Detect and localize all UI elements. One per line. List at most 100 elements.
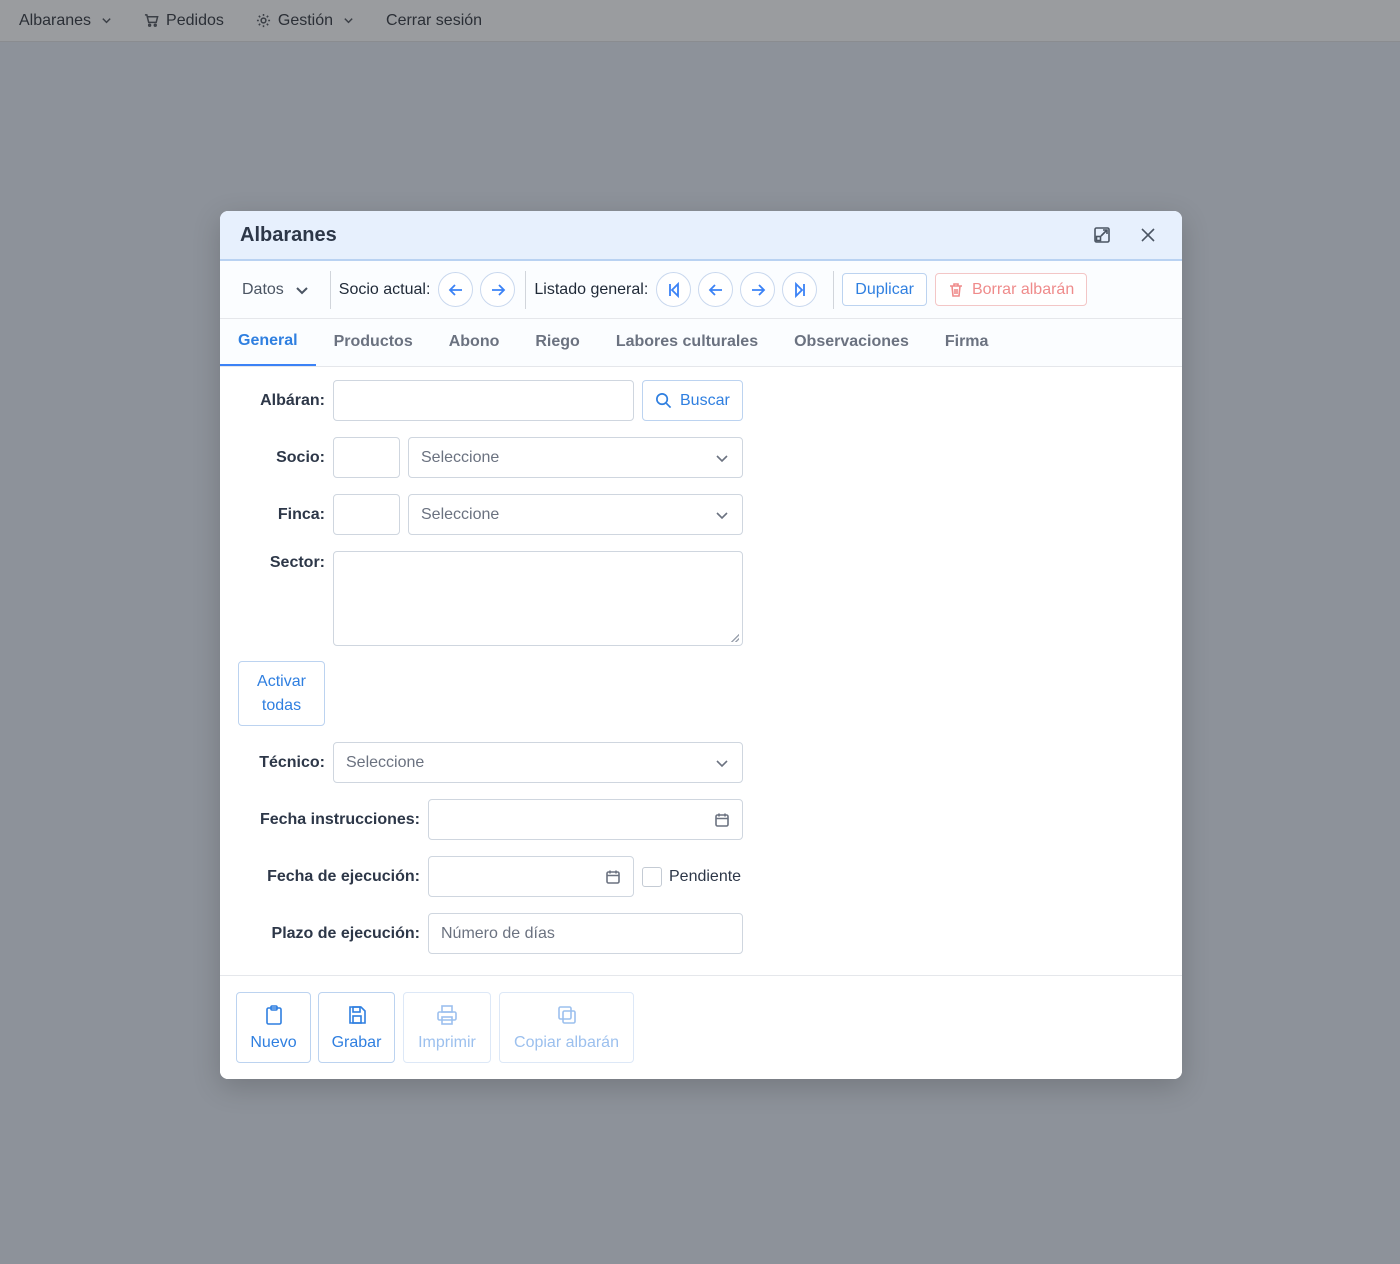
socio-label: Socio:: [276, 449, 325, 466]
activar-line1: Activar: [257, 673, 306, 690]
dialog-footer: Nuevo Grabar Imprimir Copiar albarán: [220, 975, 1182, 1079]
toolbar-divider: [329, 270, 331, 309]
finca-code-input[interactable]: [333, 494, 400, 535]
cart-icon: [144, 14, 159, 27]
maximize-icon: [1094, 227, 1110, 243]
albaran-label: Albáran:: [260, 392, 325, 409]
tab-abono[interactable]: Abono: [431, 318, 518, 366]
buscar-button[interactable]: Buscar: [642, 380, 743, 421]
tab-general[interactable]: General: [220, 318, 316, 366]
calendar-icon: [606, 870, 620, 884]
tecnico-label: Técnico:: [259, 754, 325, 771]
trash-icon: [949, 282, 962, 297]
chevron-down-icon: [102, 18, 111, 24]
pendiente-label: Pendiente: [669, 868, 742, 885]
dialog-header: Albaranes: [220, 211, 1182, 261]
tab-riego[interactable]: Riego: [517, 318, 597, 366]
plazo-ejecucion-input[interactable]: Número de días: [428, 913, 743, 954]
tecnico-select-value: Seleccione: [346, 753, 425, 771]
arrow-left-icon: [708, 283, 722, 296]
grabar-button[interactable]: Grabar: [318, 992, 395, 1063]
fecha-ejecucion-label: Fecha de ejecución:: [267, 868, 420, 885]
socio-actual-label: Socio actual:: [338, 280, 431, 298]
imprimir-label: Imprimir: [418, 1033, 476, 1051]
close-button[interactable]: [1134, 221, 1162, 249]
nuevo-button[interactable]: Nuevo: [236, 992, 311, 1063]
clipboard-icon: [265, 1004, 282, 1025]
fecha-ejecucion-input[interactable]: [428, 856, 634, 897]
tab-productos[interactable]: Productos: [316, 318, 431, 366]
tecnico-select[interactable]: Seleccione: [333, 742, 743, 783]
toolbar-divider: [833, 270, 835, 309]
copy-icon: [557, 1005, 576, 1024]
finca-select-value: Seleccione: [421, 505, 500, 523]
chevron-down-icon: [716, 759, 728, 767]
borrar-albaran-button[interactable]: Borrar albarán: [934, 273, 1088, 306]
nav-gestion-label: Gestión: [277, 11, 334, 29]
resize-handle[interactable]: [731, 634, 739, 642]
printer-icon: [437, 1004, 457, 1025]
chevron-down-icon: [296, 286, 308, 294]
dialog-title: Albaranes: [240, 223, 337, 246]
arrow-left-icon: [448, 283, 462, 296]
nav-albaranes[interactable]: Albaranes: [19, 12, 112, 30]
nav-albaranes-label: Albaranes: [19, 11, 92, 29]
socio-select[interactable]: Seleccione: [408, 437, 743, 478]
grabar-label: Grabar: [331, 1033, 382, 1051]
copiar-albaran-button[interactable]: Copiar albarán: [499, 992, 634, 1063]
fecha-instrucciones-label: Fecha instrucciones:: [259, 811, 420, 828]
nav-cerrar-sesion-label: Cerrar sesión: [386, 11, 483, 29]
chevron-down-icon: [716, 454, 728, 462]
tab-labores-culturales[interactable]: Labores culturales: [598, 318, 776, 366]
borrar-albaran-label: Borrar albarán: [971, 280, 1075, 298]
search-icon: [656, 393, 672, 409]
record-toolbar: Datos Socio actual: Listado general: Dup…: [220, 261, 1182, 319]
gear-icon: [256, 13, 270, 28]
maximize-button[interactable]: [1088, 221, 1116, 249]
activar-line2: todas: [261, 697, 302, 714]
socio-next-button[interactable]: [480, 272, 516, 307]
buscar-label: Buscar: [680, 391, 730, 409]
socio-select-value: Seleccione: [421, 448, 500, 466]
arrow-right-icon: [751, 283, 766, 296]
tab-observaciones[interactable]: Observaciones: [776, 318, 927, 366]
socio-code-input[interactable]: [333, 437, 400, 478]
nav-pedidos[interactable]: Pedidos: [144, 12, 224, 30]
listado-general-label: Listado general:: [534, 280, 649, 298]
nav-gestion[interactable]: Gestión: [256, 12, 354, 30]
listado-last-button[interactable]: [782, 272, 818, 307]
arrow-right-icon: [491, 283, 506, 296]
sector-label: Sector:: [269, 554, 325, 571]
finca-select[interactable]: Seleccione: [408, 494, 743, 535]
albaranes-dialog: Albaranes Datos Socio actual: Listado ge…: [220, 211, 1182, 1079]
activar-todas-button[interactable]: Activar todas: [238, 661, 325, 726]
tab-firma[interactable]: Firma: [927, 318, 1007, 366]
pendiente-checkbox[interactable]: [642, 867, 662, 887]
plazo-ejecucion-label: Plazo de ejecución:: [271, 925, 420, 942]
imprimir-button[interactable]: Imprimir: [403, 992, 491, 1063]
listado-prev-button[interactable]: [698, 272, 734, 307]
copiar-albaran-label: Copiar albarán: [514, 1033, 619, 1051]
duplicar-button[interactable]: Duplicar: [842, 273, 927, 306]
nav-pedidos-label: Pedidos: [166, 11, 224, 29]
listado-first-button[interactable]: [656, 272, 692, 307]
sector-textarea[interactable]: [333, 551, 743, 646]
toolbar-divider: [525, 270, 527, 309]
last-page-icon: [794, 281, 805, 298]
save-icon: [348, 1005, 366, 1024]
top-navbar: Albaranes Pedidos Gestión Cerrar sesión: [0, 0, 1400, 42]
finca-label: Finca:: [277, 506, 325, 523]
listado-next-button[interactable]: [740, 272, 776, 307]
nav-cerrar-sesion[interactable]: Cerrar sesión: [386, 12, 482, 30]
close-icon: [1141, 228, 1155, 242]
albaran-input[interactable]: [333, 380, 634, 421]
first-page-icon: [668, 281, 679, 298]
datos-label: Datos: [242, 280, 284, 298]
tab-bar: General Productos Abono Riego Labores cu…: [220, 319, 1182, 367]
chevron-down-icon: [716, 511, 728, 519]
fecha-instrucciones-input[interactable]: [428, 799, 743, 840]
general-form: Albáran: Buscar Socio: Seleccione Finca:…: [220, 367, 1182, 975]
datos-dropdown[interactable]: Datos: [232, 271, 320, 309]
socio-prev-button[interactable]: [438, 272, 474, 307]
nuevo-label: Nuevo: [250, 1033, 297, 1051]
